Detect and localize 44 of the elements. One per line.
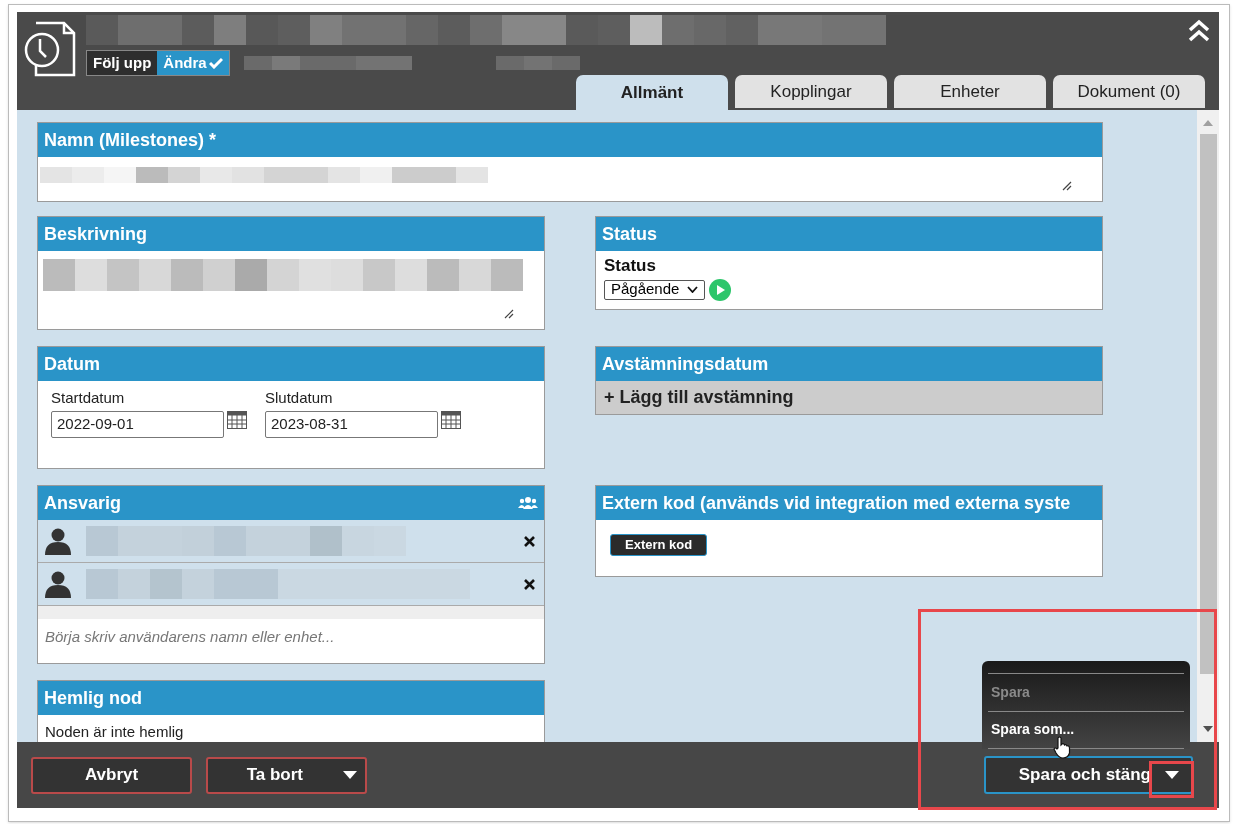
remove-icon[interactable] [524, 578, 535, 590]
external-code-button[interactable]: Extern kod [610, 533, 708, 556]
caret-icon [1165, 771, 1179, 779]
section-title: Datum [44, 352, 100, 376]
section-title: Avstämningsdatum [602, 352, 769, 376]
add-reconciliation-button[interactable]: + Lägg till avstämning [596, 381, 1102, 414]
tab[interactable]: Enheter [894, 75, 1046, 108]
person-icon [44, 527, 72, 555]
collapse-icon[interactable] [1187, 19, 1211, 43]
tab[interactable]: Dokument (0) [1053, 75, 1205, 108]
save-close-button[interactable]: Spara och stäng [984, 756, 1193, 794]
cancel-button[interactable]: Avbryt [31, 756, 192, 794]
field-label: Startdatum [51, 388, 126, 408]
person-search-field[interactable]: Börja skriv användarens namn eller enhet... [38, 619, 544, 663]
section-title: Namn (Milestones) * [44, 128, 217, 152]
field-label: Status [604, 255, 657, 277]
group-icon[interactable] [518, 496, 538, 510]
delete-button[interactable]: Ta bort [206, 756, 367, 794]
resize-handle-icon[interactable] [504, 309, 514, 319]
calendar-icon[interactable] [441, 410, 461, 429]
hand-cursor-icon [1053, 735, 1071, 759]
person-icon [44, 570, 72, 598]
section-title: Beskrivning [44, 222, 148, 246]
secret-status-text: Noden är inte hemlig [44, 722, 185, 742]
section-title: Extern kod (används vid integration med externa syste [602, 491, 1071, 515]
remove-icon[interactable] [524, 535, 535, 547]
field-label: Slutdatum [265, 388, 334, 408]
date-field[interactable]: 2022-09-01 [51, 410, 224, 438]
section-title: Ansvarig [44, 491, 122, 515]
section-title: Status [602, 222, 657, 246]
checkmark-icon [208, 57, 223, 69]
mode-tab[interactable]: Följ upp [87, 51, 158, 75]
resize-handle-icon[interactable] [1062, 181, 1072, 191]
scrollbar[interactable] [1197, 110, 1219, 742]
calendar-icon[interactable] [227, 410, 247, 429]
tab[interactable]: Allmänt [576, 75, 728, 110]
chevron-down-icon [687, 286, 699, 293]
section-title: Hemlig nod [44, 686, 142, 710]
status-select[interactable]: Pågående [604, 279, 706, 300]
date-field[interactable]: 2023-08-31 [265, 410, 438, 438]
scroll-down-icon[interactable] [1203, 726, 1213, 732]
tab[interactable]: Kopplingar [735, 75, 887, 108]
scrollbar-thumb[interactable] [1199, 134, 1217, 674]
caret-icon [343, 771, 357, 779]
